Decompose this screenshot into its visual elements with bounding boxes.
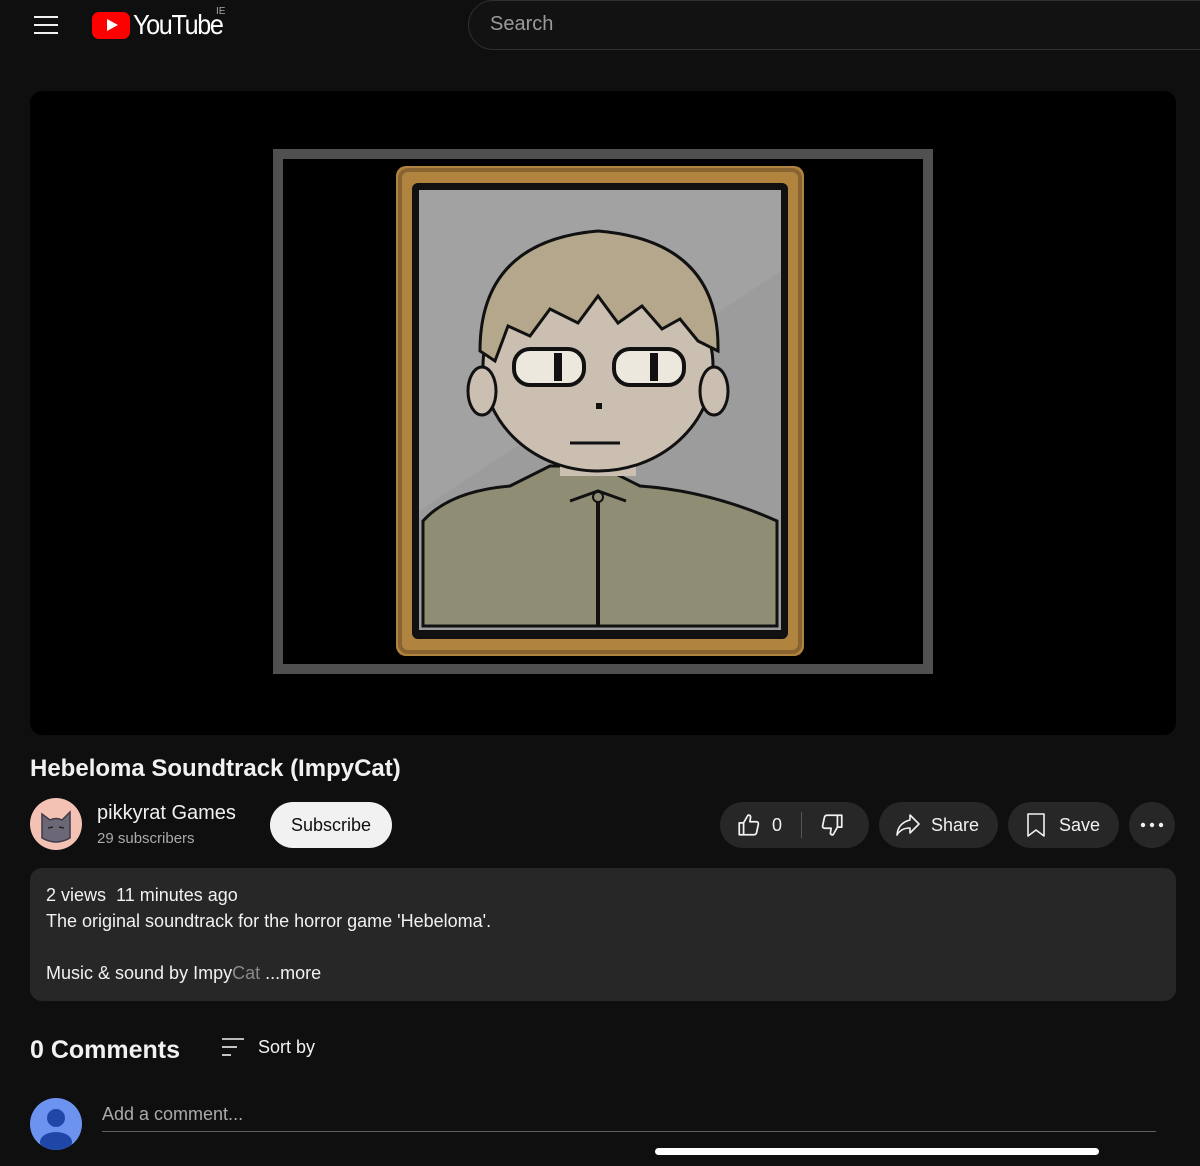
user-avatar [30, 1098, 82, 1150]
like-dislike-group: 0 [720, 802, 869, 848]
logo-text: YouTube [133, 9, 224, 40]
channel-name[interactable]: pikkyrat Games [97, 802, 236, 825]
channel-avatar[interactable] [30, 798, 82, 850]
comments-count: 0 Comments [30, 1036, 181, 1064]
description-box[interactable]: 2 views 11 minutes ago The original sound… [30, 868, 1176, 1001]
description-line: The original soundtrack for the horror g… [46, 911, 492, 931]
like-button[interactable]: 0 [720, 802, 802, 848]
description-text-faded: Cat [232, 963, 261, 983]
more-actions-button[interactable] [1129, 802, 1175, 848]
dislike-icon [821, 814, 843, 836]
share-label: Share [931, 815, 980, 835]
search-input[interactable] [490, 13, 1170, 36]
save-button[interactable]: Save [1008, 802, 1119, 848]
share-button[interactable]: Share [879, 802, 998, 848]
sort-by-button[interactable]: Sort by [220, 1032, 315, 1062]
video-title: Hebeloma Soundtrack (ImpyCat) [30, 755, 401, 782]
show-more-link[interactable]: ...more [265, 963, 321, 983]
share-icon [896, 814, 920, 836]
sort-icon [222, 1038, 244, 1056]
more-icon [1140, 822, 1164, 828]
youtube-logo-icon [92, 11, 130, 39]
save-label: Save [1059, 815, 1101, 835]
person-icon [40, 1109, 72, 1150]
country-code: IE [216, 6, 226, 17]
add-comment-input[interactable] [102, 1098, 1156, 1132]
youtube-logo[interactable]: YouTube IE [92, 6, 233, 40]
like-icon [738, 814, 760, 836]
description-text: Music & sound by Impy [46, 963, 233, 983]
subscriber-count: 29 subscribers [97, 830, 195, 847]
video-thumbnail-art [273, 149, 933, 674]
upload-time: 11 minutes ago [116, 885, 238, 905]
subscribe-button[interactable]: Subscribe [270, 802, 392, 848]
description-line: Music & sound by ImpyCat ...more [46, 963, 321, 984]
dislike-button[interactable] [802, 802, 869, 848]
top-bar: YouTube IE [0, 0, 1200, 52]
search-box[interactable] [468, 0, 1200, 50]
home-indicator[interactable] [655, 1148, 1099, 1155]
view-count: 2 views [46, 885, 107, 905]
video-meta: 2 views 11 minutes ago [46, 885, 248, 906]
sort-label: Sort by [258, 1036, 316, 1057]
cat-icon [41, 810, 71, 843]
video-player[interactable] [30, 91, 1176, 735]
menu-icon[interactable] [24, 8, 68, 42]
save-icon [1027, 813, 1045, 837]
like-count: 0 [772, 815, 783, 835]
